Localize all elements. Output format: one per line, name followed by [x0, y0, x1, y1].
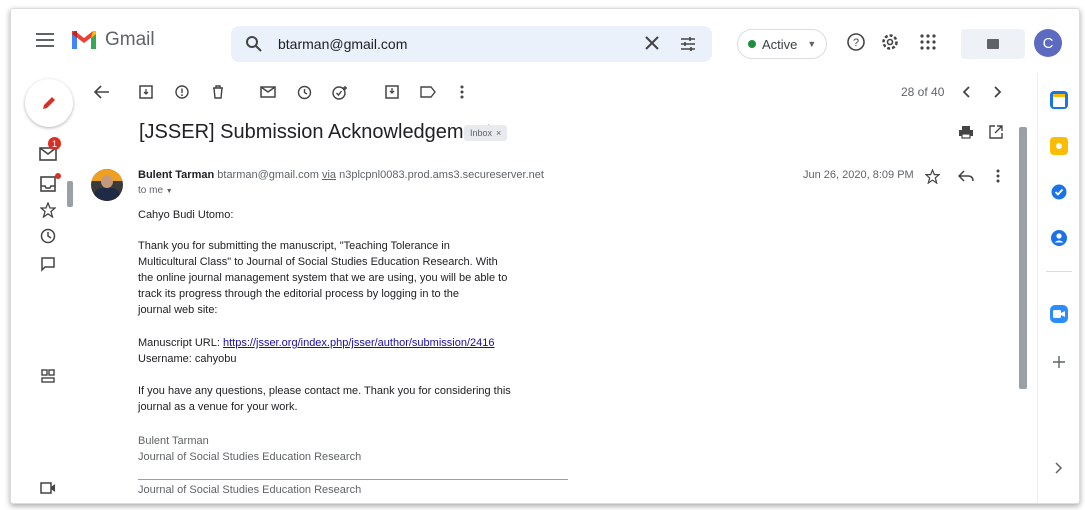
delete-icon[interactable] — [209, 83, 227, 101]
signature-name: Bulent Tarman — [138, 435, 209, 447]
status-dropdown[interactable]: Active ▼ — [737, 29, 828, 59]
clear-icon[interactable] — [644, 35, 660, 56]
meet-icon[interactable] — [39, 479, 57, 497]
sender-line: Bulent Tarman btarman@gmail.com via n3pl… — [138, 169, 544, 181]
workspace-icon — [987, 39, 999, 49]
tasks-icon[interactable] — [1050, 183, 1068, 201]
next-icon[interactable] — [989, 83, 1007, 101]
manuscript-line: Manuscript URL: https://jsser.org/index.… — [138, 335, 494, 351]
move-to-icon[interactable] — [383, 83, 401, 101]
status-dot — [748, 40, 756, 48]
top-bar: Gmail btarman@gmail.com Active ▼ ? C — [11, 9, 1079, 73]
content-scrollbar[interactable] — [1019, 127, 1027, 389]
mark-unread-icon[interactable] — [259, 83, 277, 101]
signature: Bulent Tarman Journal of Social Studies … — [138, 433, 361, 465]
settings-icon[interactable] — [879, 31, 901, 53]
sender-email: btarman@gmail.com — [217, 169, 319, 181]
spaces-icon[interactable] — [39, 367, 57, 385]
email-date: Jun 26, 2020, 8:09 PM — [803, 169, 914, 181]
signature-org: Journal of Social Studies Education Rese… — [138, 451, 362, 463]
print-icon[interactable] — [957, 123, 975, 141]
clock-icon[interactable] — [39, 227, 57, 245]
search-input[interactable]: btarman@gmail.com — [278, 36, 407, 52]
star-icon[interactable] — [923, 167, 941, 185]
add-icon[interactable] — [1050, 353, 1068, 371]
email-subject: [JSSER] Submission Acknowledgement — [139, 121, 492, 143]
body-line: journal as a venue for your work. — [138, 401, 298, 413]
expand-panel-icon[interactable] — [1050, 459, 1068, 477]
archive-icon[interactable] — [137, 83, 155, 101]
body-line: If you have any questions, please contac… — [138, 385, 511, 397]
body-line: Thank you for submitting the manuscript,… — [138, 240, 450, 252]
recipient-dropdown[interactable]: to me ▼ — [138, 185, 173, 196]
help-icon[interactable]: ? — [845, 31, 867, 53]
notification-dot — [55, 173, 61, 179]
rail-scrollbar[interactable] — [67, 181, 73, 207]
sender-avatar[interactable] — [91, 169, 123, 201]
body-line: track its progress through the editorial… — [138, 288, 460, 300]
body-line: Multicultural Class" to Journal of Socia… — [138, 256, 498, 268]
side-divider — [1046, 271, 1072, 272]
via-server: n3plcpnl0083.prod.ams3.secureserver.net — [339, 169, 544, 181]
calendar-icon[interactable] — [1050, 91, 1068, 109]
gmail-m-icon — [72, 31, 96, 49]
search-bar[interactable]: btarman@gmail.com — [231, 26, 712, 62]
username-line: Username: cahyobu — [138, 353, 237, 365]
inbox-icon[interactable] — [39, 175, 57, 193]
search-icon[interactable] — [245, 35, 263, 58]
manuscript-label: Manuscript URL: — [138, 337, 223, 349]
svg-text:?: ? — [853, 37, 859, 49]
more-icon[interactable] — [989, 167, 1007, 185]
compose-icon — [43, 97, 55, 109]
chevron-down-icon: ▼ — [807, 39, 817, 49]
unread-badge: 1 — [48, 137, 61, 150]
label-chip-inbox[interactable]: Inbox × — [464, 125, 508, 141]
status-label: Active — [762, 36, 798, 52]
contacts-icon[interactable] — [1050, 229, 1068, 247]
body-line: journal web site: — [138, 304, 218, 316]
body-paragraph-1: Thank you for submitting the manuscript,… — [138, 238, 507, 318]
snooze-icon[interactable] — [295, 83, 313, 101]
more-icon[interactable] — [453, 83, 471, 101]
avatar[interactable]: C — [1034, 29, 1062, 57]
workspace-switcher[interactable] — [961, 29, 1025, 59]
open-new-window-icon[interactable] — [987, 123, 1005, 141]
footer-line: Journal of Social Studies Education Rese… — [138, 484, 362, 496]
keep-icon[interactable] — [1050, 137, 1068, 155]
manuscript-link[interactable]: https://jsser.org/index.php/jsser/author… — [223, 337, 494, 349]
apps-icon[interactable] — [917, 31, 939, 53]
close-icon[interactable]: × — [496, 128, 501, 138]
body-paragraph-2: If you have any questions, please contac… — [138, 383, 511, 415]
zoom-icon[interactable] — [1050, 305, 1068, 323]
report-spam-icon[interactable] — [173, 83, 191, 101]
body-line: the online journal management system tha… — [138, 272, 508, 284]
add-task-icon[interactable] — [331, 83, 349, 101]
app-name: Gmail — [105, 29, 155, 50]
message-count: 28 of 40 — [901, 85, 945, 99]
greeting: Cahyo Budi Utomo: — [138, 209, 234, 221]
gmail-logo[interactable]: Gmail — [71, 29, 155, 51]
reply-icon[interactable] — [957, 167, 975, 185]
menu-icon[interactable] — [36, 33, 54, 47]
side-panel — [1037, 73, 1079, 503]
signature-divider — [138, 479, 568, 480]
star-icon[interactable] — [39, 201, 57, 219]
back-icon[interactable] — [93, 83, 111, 101]
chat-icon[interactable] — [39, 255, 57, 273]
chevron-down-icon: ▼ — [165, 188, 173, 195]
sender-name[interactable]: Bulent Tarman — [138, 169, 214, 181]
tune-icon[interactable] — [679, 35, 697, 58]
recipient-label: to me — [138, 185, 164, 196]
prev-icon[interactable] — [957, 83, 975, 101]
via-link[interactable]: via — [322, 169, 336, 181]
compose-button[interactable] — [25, 79, 73, 127]
gmail-window: Gmail btarman@gmail.com Active ▼ ? C 1 2… — [10, 8, 1080, 504]
label-chip-text: Inbox — [470, 128, 493, 138]
label-icon[interactable] — [419, 83, 437, 101]
